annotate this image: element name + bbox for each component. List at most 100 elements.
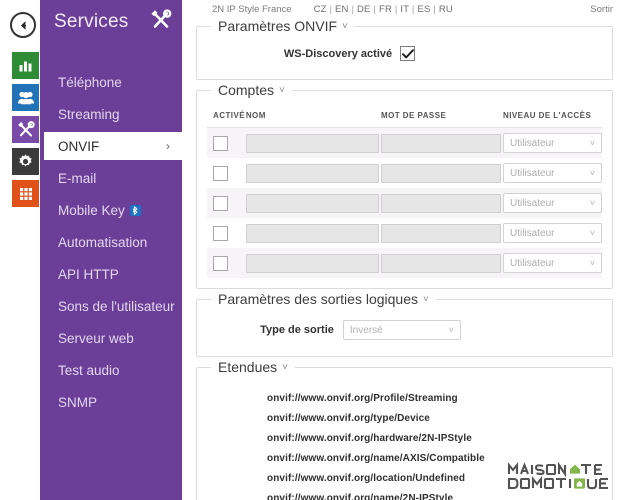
menu-item-api-http[interactable]: API HTTP: [40, 260, 182, 288]
chevron-down-icon: ˅: [589, 228, 595, 238]
row-password-input[interactable]: [381, 253, 502, 273]
row-enabled-checkbox[interactable]: [213, 165, 228, 181]
menu-item-label: Serveur web: [58, 330, 134, 346]
column-header-access-level: NIVEAU DE L'ACCÈS: [503, 107, 602, 128]
row-enabled-checkbox[interactable]: [213, 225, 228, 241]
lang-ru[interactable]: RU: [439, 4, 453, 15]
lang-cz[interactable]: CZ: [314, 4, 327, 15]
row-access-level-select[interactable]: Utilisateur ˅: [503, 133, 602, 153]
scopes-legend[interactable]: Etendues ˅: [211, 359, 296, 375]
ws-discovery-label: WS-Discovery activé: [283, 47, 393, 60]
menu-item-streaming[interactable]: Streaming: [40, 100, 182, 128]
row-enabled-checkbox[interactable]: [213, 195, 228, 211]
apps-icon: [18, 186, 34, 202]
output-type-select[interactable]: Inversé ˅: [342, 320, 461, 340]
status-icon: [17, 57, 34, 74]
back-button[interactable]: [10, 12, 36, 38]
menu-item-snmp[interactable]: SNMP: [40, 388, 182, 416]
rail-tile-apps[interactable]: [12, 180, 39, 207]
accounts-table-header-row: ACTIVÉ NOM MOT DE PASSE NIVEAU DE L'ACCÈ…: [207, 107, 602, 128]
menu-item-onvif[interactable]: ONVIF ›: [44, 132, 182, 160]
row-access-level-value: Utilisateur: [510, 197, 555, 209]
list-item: onvif://www.onvif.org/type/Device: [267, 412, 430, 424]
menu-item-label: E-mail: [58, 170, 97, 186]
menu-item-sons-utilisateur[interactable]: Sons de l'utilisateur: [40, 292, 182, 320]
chevron-down-icon: ˅: [589, 138, 595, 148]
menu-item-automatisation[interactable]: Automatisation: [40, 228, 182, 256]
chevron-down-icon: ˅: [589, 168, 595, 178]
row-name-input[interactable]: [245, 193, 379, 213]
scopes-list: onvif://www.onvif.org/Profile/Streaming …: [207, 384, 602, 500]
menu-item-label: Mobile Key: [58, 202, 125, 218]
row-access-level-value: Utilisateur: [510, 167, 555, 179]
rail-tile-directory[interactable]: [12, 84, 39, 111]
row-password-input[interactable]: [381, 223, 502, 243]
output-type-value: Inversé: [349, 324, 383, 336]
row-enabled-checkbox[interactable]: [213, 255, 228, 271]
chevron-down-icon: ˅: [589, 258, 595, 268]
column-header-name: NOM: [245, 107, 382, 128]
menu-item-test-audio[interactable]: Test audio: [40, 356, 182, 384]
row-access-level-select[interactable]: Utilisateur ˅: [503, 163, 602, 183]
chevron-down-icon: ˅: [448, 325, 454, 335]
menu-item-label: ONVIF: [58, 138, 100, 154]
row-name-input[interactable]: [245, 133, 379, 153]
menu-item-telephone[interactable]: Téléphone: [40, 68, 182, 96]
row-access-level-select[interactable]: Utilisateur ˅: [503, 253, 602, 273]
gear-icon: [17, 153, 34, 170]
rail-tile-services[interactable]: [12, 116, 39, 143]
app-root: Services Téléphone Streaming ONVIF › E-m…: [0, 0, 627, 500]
row-name-input[interactable]: [245, 253, 379, 273]
menu-header: Services: [40, 0, 182, 44]
logout-link[interactable]: Sortir: [590, 4, 613, 15]
back-arrow-icon: [17, 19, 30, 32]
menu-item-email[interactable]: E-mail: [40, 164, 182, 192]
row-access-level-select[interactable]: Utilisateur ˅: [503, 223, 602, 243]
check-icon: [401, 48, 414, 58]
row-password-input[interactable]: [381, 133, 502, 153]
language-selector: CZ | EN | DE | FR | IT | ES | RU: [313, 3, 453, 15]
rail-tile-system[interactable]: [12, 148, 39, 175]
chevron-down-icon: ˅: [423, 293, 429, 305]
services-icon: [17, 120, 35, 139]
column-header-enabled: ACTIVÉ: [207, 107, 246, 128]
output-type-row: Type de sortie Inversé ˅: [207, 316, 514, 346]
row-access-level-value: Utilisateur: [510, 227, 555, 239]
ws-discovery-row: WS-Discovery activé: [207, 43, 492, 69]
ws-discovery-checkbox[interactable]: [400, 46, 416, 61]
menu-item-mobile-key[interactable]: Mobile Key: [40, 196, 182, 224]
lang-en[interactable]: EN: [335, 4, 349, 15]
table-row: Utilisateur ˅: [207, 218, 602, 248]
icon-rail: [0, 0, 40, 500]
logic-outputs-legend[interactable]: Paramètres des sorties logiques ˅: [211, 291, 436, 307]
lang-es[interactable]: ES: [417, 4, 430, 15]
row-name-input[interactable]: [245, 163, 379, 183]
row-password-input[interactable]: [381, 193, 502, 213]
list-item: onvif://www.onvif.org/location/Undefined: [267, 472, 466, 484]
chevron-right-icon: ›: [166, 139, 170, 153]
scopes-legend-label: Etendues: [218, 359, 278, 375]
lang-fr[interactable]: FR: [379, 4, 392, 15]
row-access-level-select[interactable]: Utilisateur ˅: [503, 193, 602, 213]
list-item: onvif://www.onvif.org/name/AXIS/Compatib…: [267, 452, 485, 464]
tools-icon: [150, 8, 172, 36]
services-menu-panel: Services Téléphone Streaming ONVIF › E-m…: [40, 0, 182, 500]
row-password-input[interactable]: [381, 163, 502, 183]
directory-icon: [17, 89, 35, 106]
accounts-table: ACTIVÉ NOM MOT DE PASSE NIVEAU DE L'ACCÈ…: [207, 107, 602, 278]
scopes-block: Etendues ˅ onvif://www.onvif.org/Profile…: [196, 359, 613, 500]
onvif-settings-legend[interactable]: Paramètres ONVIF ˅: [211, 18, 355, 34]
rail-tile-status[interactable]: [12, 52, 39, 79]
bluetooth-icon: [129, 204, 141, 216]
row-name-input[interactable]: [245, 223, 379, 243]
accounts-legend[interactable]: Comptes ˅: [211, 82, 292, 98]
row-enabled-checkbox[interactable]: [213, 135, 228, 151]
accounts-block: Comptes ˅ ACTIVÉ NOM MOT DE PASSE NIVEAU…: [196, 82, 613, 289]
lang-it[interactable]: IT: [400, 4, 409, 15]
table-row: Utilisateur ˅: [207, 248, 602, 278]
device-name: 2N IP Style France: [212, 3, 292, 15]
menu-item-serveur-web[interactable]: Serveur web: [40, 324, 182, 352]
lang-de[interactable]: DE: [357, 4, 371, 15]
menu-item-label: Téléphone: [58, 74, 122, 90]
chevron-down-icon: ˅: [342, 20, 348, 32]
